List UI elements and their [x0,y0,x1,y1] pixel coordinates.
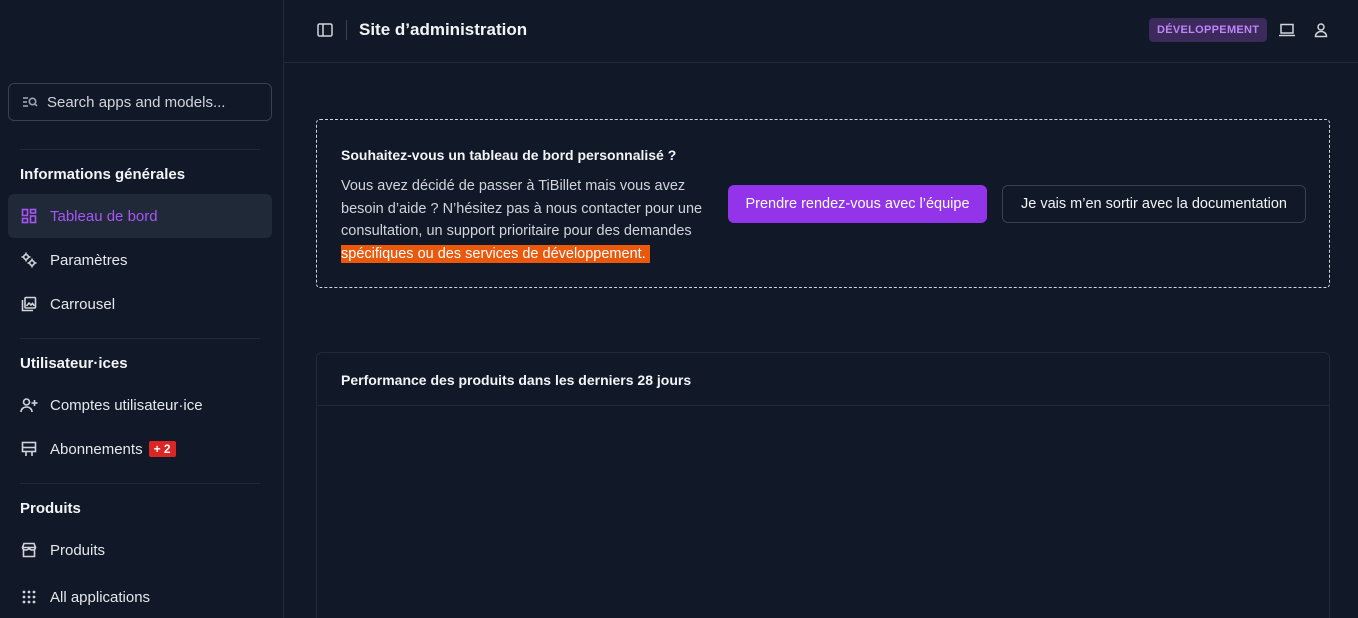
group-title-products: Produits [20,500,81,517]
sidebar-item-label: Paramètres [50,251,128,269]
sidebar-item-dashboard[interactable]: Tableau de bord [8,194,272,238]
sidebar-divider [20,483,260,484]
person-add-icon [20,396,38,414]
search-input[interactable] [47,93,247,111]
sidebar-divider [20,338,260,339]
sidebar-item-subscriptions[interactable]: Abonnements + 2 [8,427,272,471]
promo-text-body: Vous avez décidé de passer à TiBillet ma… [341,178,703,239]
app-root: Informations générales Tableau de bord [0,0,1358,618]
book-meeting-button[interactable]: Prendre rendez-vous avec l’équipe [728,185,987,223]
user-icon[interactable] [1312,21,1330,39]
sidebar-item-settings[interactable]: Paramètres [8,238,272,282]
sidebar-item-products[interactable]: Produits [8,528,272,572]
search-box[interactable] [8,83,272,121]
laptop-icon[interactable] [1278,21,1296,39]
store-icon [20,541,38,559]
promo-text: Vous avez décidé de passer à TiBillet ma… [341,175,721,265]
card-title: Performance des produits dans les dernie… [341,372,692,388]
sidebar-item-label: Comptes utilisateur·ice [50,396,203,414]
sidebar-toggle-icon[interactable] [316,21,334,39]
promo-title: Souhaitez-vous un tableau de bord person… [341,147,677,163]
documentation-button[interactable]: Je vais m’en sortir avec la documentatio… [1002,185,1306,223]
dashboard-icon [20,207,38,225]
apps-grid-icon [20,588,38,606]
sidebar-item-carousel[interactable]: Carrousel [8,282,272,326]
top-header: Site d’administration DÉVELOPPEMENT [284,0,1358,63]
custom-dashboard-promo: Souhaitez-vous un tableau de bord person… [316,119,1330,288]
group-title-general: Informations générales [20,166,186,183]
page-title: Site d’administration [359,20,528,39]
settings-icon [20,251,38,269]
sidebar-item-label: Abonnements [50,440,143,458]
sidebar-item-label: Produits [50,541,106,559]
sidebar-item-label: Carrousel [50,295,116,313]
sidebar-item-all-applications[interactable]: All applications [8,575,272,618]
gallery-icon [20,295,38,313]
environment-badge: DÉVELOPPEMENT [1149,18,1268,42]
sidebar-item-label: All applications [50,588,151,606]
sidebar-item-user-accounts[interactable]: Comptes utilisateur·ice [8,383,272,427]
search-icon [21,93,39,111]
header-divider [346,20,347,40]
promo-highlight: spécifiques ou des services de développe… [341,244,650,263]
subscriptions-icon [20,440,38,458]
group-title-users: Utilisateur·ices [20,355,128,372]
count-badge: + 2 [148,441,176,457]
sidebar-item-label: Tableau de bord [50,207,158,225]
sidebar-divider [20,149,260,150]
sidebar: Informations générales Tableau de bord [0,0,284,618]
product-performance-card: Performance des produits dans les dernie… [316,352,1330,618]
card-header: Performance des produits dans les dernie… [317,353,1329,406]
